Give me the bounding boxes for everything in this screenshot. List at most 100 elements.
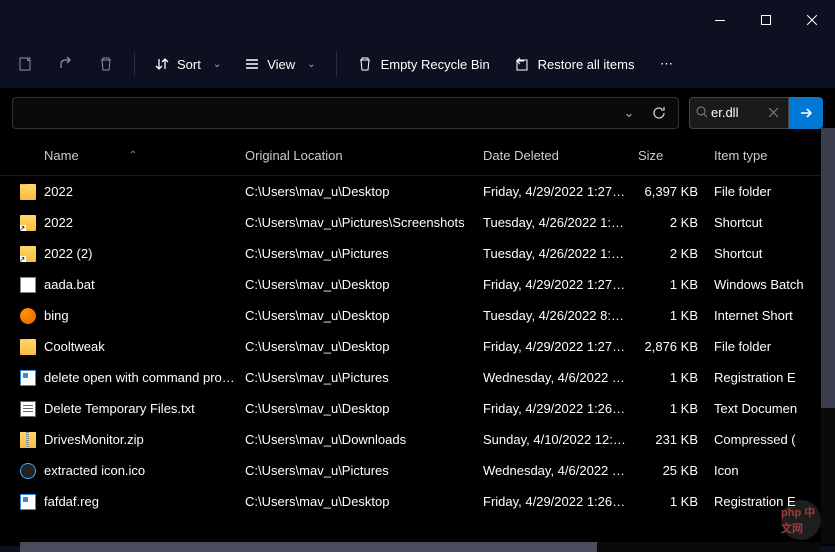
history-dropdown[interactable]: ⌄ [614,105,644,121]
restore-label: Restore all items [538,57,635,72]
clear-search-button[interactable] [765,105,782,120]
ellipsis-icon: ⋯ [660,56,673,72]
table-row[interactable]: fafdaf.regC:\Users\mav_u\DesktopFriday, … [0,486,835,517]
table-row[interactable]: bingC:\Users\mav_u\DesktopTuesday, 4/26/… [0,300,835,331]
toolbar-divider [134,52,135,76]
search-input[interactable] [711,105,761,120]
cell-size: 1 KB [638,494,714,509]
cell-type: Shortcut [714,215,835,230]
new-item-button[interactable] [8,46,44,82]
cell-original: C:\Users\mav_u\Pictures\Screenshots [245,215,483,230]
file-icon [20,215,36,231]
cell-size: 2 KB [638,215,714,230]
table-row[interactable]: Delete Temporary Files.txtC:\Users\mav_u… [0,393,835,424]
cell-name: aada.bat [20,277,245,293]
cell-size: 1 KB [638,370,714,385]
column-headers: Name ⌃ Original Location Date Deleted Si… [0,136,835,176]
cell-type: Registration E [714,370,835,385]
file-icon [20,277,36,293]
cell-type: Icon [714,463,835,478]
view-icon [245,57,259,71]
cell-original: C:\Users\mav_u\Desktop [245,184,483,199]
cell-name: 2022 (2) [20,246,245,262]
cell-date: Tuesday, 4/26/2022 1:29 PM [483,246,638,261]
toolbar-divider [336,52,337,76]
column-header-original[interactable]: Original Location [245,148,483,163]
maximize-button[interactable] [743,0,789,40]
file-icon [20,370,36,386]
cell-date: Tuesday, 4/26/2022 1:28 PM [483,215,638,230]
share-button[interactable] [48,46,84,82]
file-name: 2022 [44,184,73,199]
horizontal-scrollbar[interactable] [20,542,821,552]
cell-original: C:\Users\mav_u\Downloads [245,432,483,447]
cell-size: 231 KB [638,432,714,447]
file-name: extracted icon.ico [44,463,145,478]
table-row[interactable]: DrivesMonitor.zip C:\Users\mav_u\Download… [0,424,835,455]
minimize-icon [715,20,725,21]
maximize-icon [761,15,771,25]
table-row[interactable]: extracted icon.ico C:\Users\mav_u\Picture… [0,455,835,486]
close-icon [807,15,817,25]
minimize-button[interactable] [697,0,743,40]
arrow-right-icon [799,106,813,120]
cell-name: Delete Temporary Files.txt [20,401,245,417]
trash-icon [357,56,373,72]
cell-original: C:\Users\mav_u\Desktop [245,277,483,292]
cell-name: delete open with command promp... [20,370,245,386]
window-titlebar [0,0,835,40]
file-list[interactable]: 2022C:\Users\mav_u\DesktopFriday, 4/29/2… [0,176,835,546]
sort-button[interactable]: Sort ⌄ [145,46,231,82]
cell-type: Internet Short [714,308,835,323]
column-header-size[interactable]: Size [638,148,714,163]
table-row[interactable]: 2022 C:\Users\mav_u\Pictures\ScreenshotsT… [0,207,835,238]
vertical-scrollbar[interactable] [821,128,835,544]
address-search-row: ⌄ [0,88,835,136]
more-button[interactable]: ⋯ [648,46,684,82]
search-box[interactable] [689,97,789,129]
search-submit-button[interactable] [789,97,823,129]
file-icon [20,339,36,355]
cell-type: File folder [714,184,835,199]
column-header-deleted[interactable]: Date Deleted [483,148,638,163]
cell-original: C:\Users\mav_u\Pictures [245,463,483,478]
file-icon [20,308,36,324]
cell-name: Cooltweak [20,339,245,355]
column-label: Name [44,148,79,163]
cell-name: DrivesMonitor.zip [20,432,245,448]
column-header-name[interactable]: Name ⌃ [20,148,245,163]
table-row[interactable]: delete open with command promp...C:\User… [0,362,835,393]
refresh-button[interactable] [644,106,674,120]
file-name: fafdaf.reg [44,494,99,509]
cell-size: 1 KB [638,401,714,416]
delete-button[interactable] [88,46,124,82]
table-row[interactable]: CooltweakC:\Users\mav_u\DesktopFriday, 4… [0,331,835,362]
file-icon [20,432,36,448]
cell-date: Friday, 4/29/2022 1:26 PM [483,401,638,416]
cell-date: Friday, 4/29/2022 1:27 PM [483,184,638,199]
cell-type: Registration E [714,494,835,509]
view-button[interactable]: View ⌄ [235,46,325,82]
scrollbar-thumb[interactable] [20,542,597,552]
table-row[interactable]: 2022 (2)C:\Users\mav_u\PicturesTuesday, … [0,238,835,269]
share-icon [58,56,74,72]
column-header-type[interactable]: Item type [714,148,835,163]
table-row[interactable]: 2022 C:\Users\mav_u\DesktopFriday, 4/29/2… [0,176,835,207]
close-icon [769,108,778,117]
sort-label: Sort [177,57,201,72]
cell-size: 1 KB [638,277,714,292]
scrollbar-thumb[interactable] [821,128,835,408]
cell-name: bing [20,308,245,324]
chevron-down-icon: ⌄ [624,105,635,121]
empty-recyclebin-button[interactable]: Empty Recycle Bin [347,46,500,82]
cell-original: C:\Users\mav_u\Pictures [245,246,483,261]
file-name: 2022 [44,215,73,230]
address-bar[interactable]: ⌄ [12,97,679,129]
cell-name: fafdaf.reg [20,494,245,510]
close-button[interactable] [789,0,835,40]
file-icon [20,494,36,510]
table-row[interactable]: aada.batC:\Users\mav_u\DesktopFriday, 4/… [0,269,835,300]
chevron-down-icon: ⌄ [213,59,221,70]
file-name: DrivesMonitor.zip [44,432,144,447]
restore-all-button[interactable]: Restore all items [504,46,645,82]
